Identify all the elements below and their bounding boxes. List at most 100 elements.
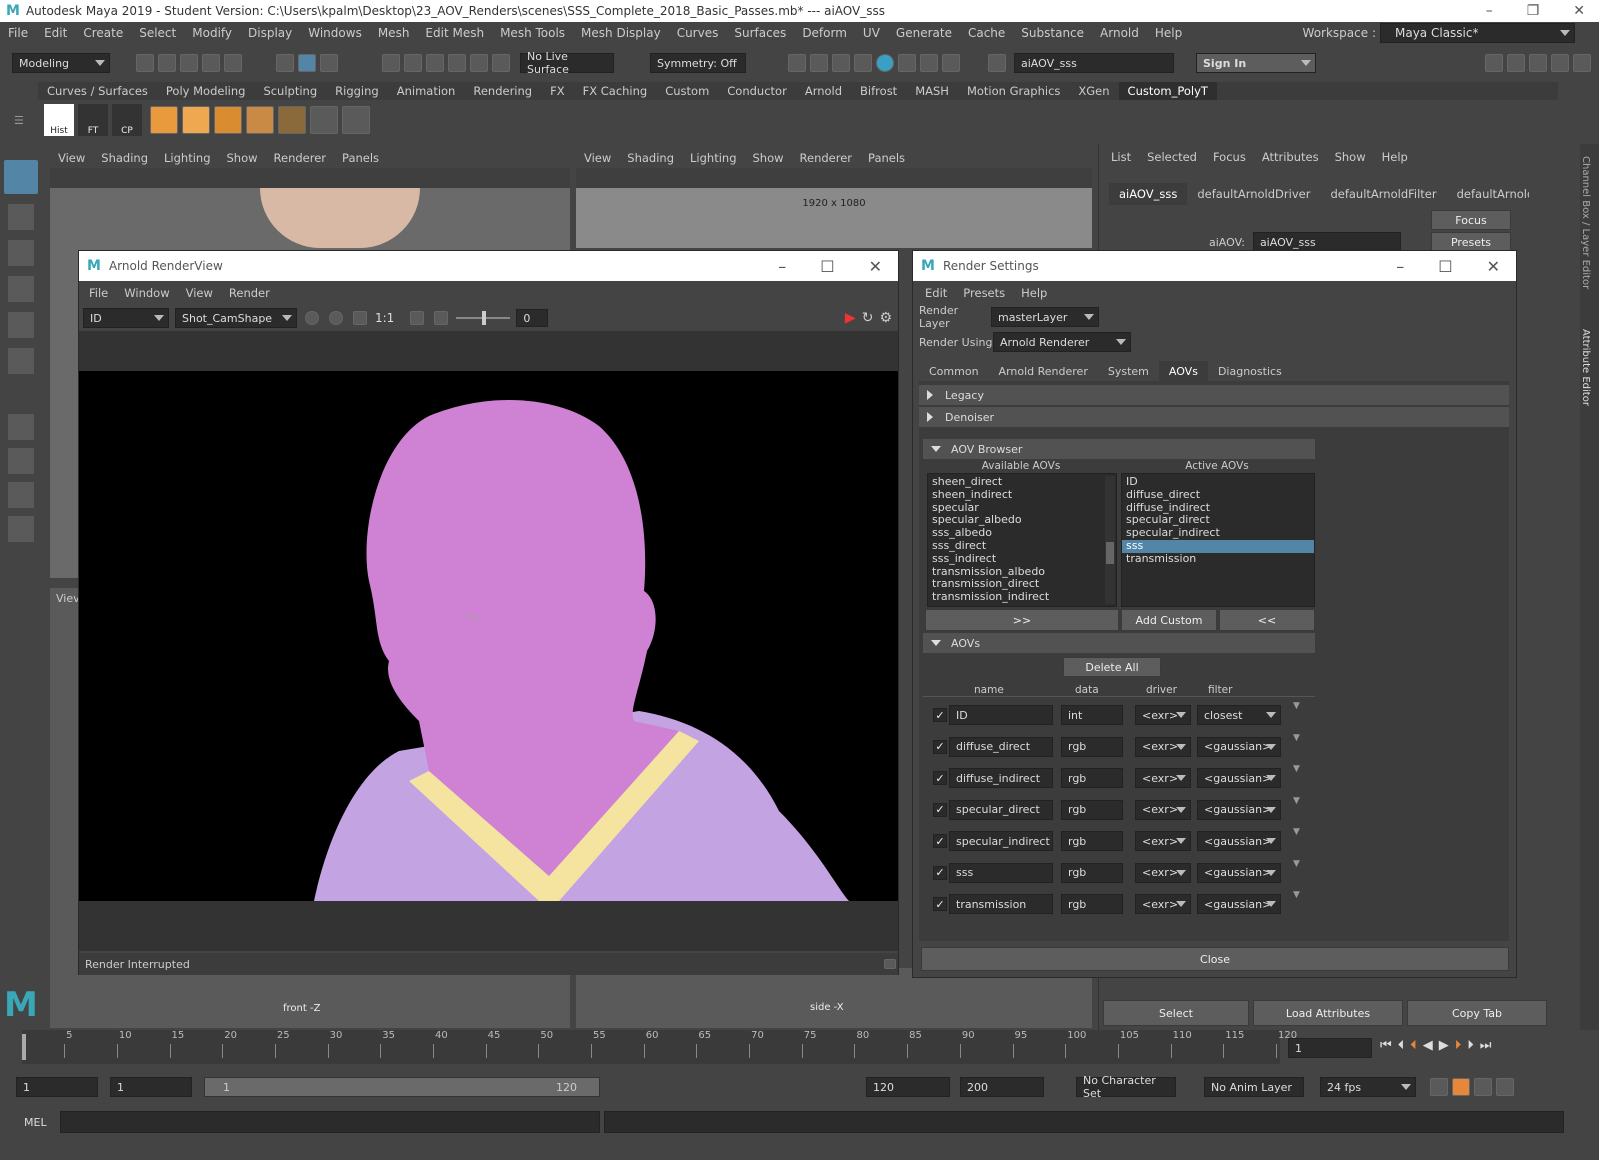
aov-driver-dropdown[interactable]: <exr> [1135, 736, 1191, 757]
rs-close-button[interactable]: Close [921, 947, 1509, 971]
aov-driver-dropdown[interactable]: <exr> [1135, 831, 1191, 851]
ae-tab-render-options[interactable]: defaultArnoldR [1447, 183, 1529, 205]
shelf-tab-custom-polyt[interactable]: Custom_PolyT [1118, 82, 1217, 100]
add-custom-button[interactable]: Add Custom [1121, 609, 1217, 631]
menu-uv[interactable]: UV [855, 26, 888, 40]
available-aov-item[interactable]: sheen_indirect [932, 488, 1112, 502]
aov-row-expand-icon[interactable]: ▼ [1293, 859, 1300, 869]
menu-surfaces[interactable]: Surfaces [726, 26, 794, 40]
aov-name-field[interactable]: diffuse_indirect [949, 768, 1053, 788]
ae-tab-aiaov-sss[interactable]: aiAOV_sss [1109, 183, 1188, 205]
menu-display[interactable]: Display [240, 26, 300, 40]
aov-enabled-checkbox[interactable]: ✓ [933, 834, 947, 848]
sliders-icon[interactable] [1573, 54, 1591, 72]
aov-name-field[interactable]: diffuse_direct [949, 736, 1053, 757]
aov-filter-dropdown[interactable]: <gaussian> [1197, 799, 1281, 820]
menu-windows[interactable]: Windows [300, 26, 370, 40]
ae-tab-filter[interactable]: defaultArnoldFilter [1320, 183, 1446, 205]
step-forward-key-icon[interactable]: ⏵ [1455, 1038, 1462, 1053]
delete-all-button[interactable]: Delete All [1063, 657, 1161, 677]
go-to-end-icon[interactable]: ⏭ [1480, 1038, 1492, 1053]
aov-name-field[interactable]: ID [949, 705, 1053, 725]
menu-edit[interactable]: Edit [36, 26, 75, 40]
renderview-close-icon[interactable]: ✕ [869, 257, 882, 276]
shelf-tab-fx[interactable]: FX [541, 82, 574, 100]
shelf-tab-bifrost[interactable]: Bifrost [851, 82, 906, 100]
playback-prefs-icon[interactable] [1496, 1078, 1514, 1096]
rv-snapshot-icon[interactable] [884, 959, 896, 969]
ae-copy-tab-button[interactable]: Copy Tab [1407, 1000, 1547, 1026]
available-aov-item[interactable]: transmission_indirect [932, 590, 1112, 604]
menu-mesh-display[interactable]: Mesh Display [573, 26, 669, 40]
ipr-render-icon[interactable] [832, 54, 850, 72]
auto-key-icon[interactable] [1452, 1078, 1470, 1096]
active-aov-item[interactable]: transmission [1126, 552, 1310, 566]
aov-row-expand-icon[interactable]: ▼ [1293, 827, 1300, 837]
range-slider[interactable]: 1 120 [204, 1077, 600, 1097]
ft-button[interactable]: FT [78, 104, 108, 136]
menu-deform[interactable]: Deform [794, 26, 855, 40]
aov-data-field[interactable]: int [1061, 705, 1123, 725]
rv-menu-render[interactable]: Render [221, 286, 278, 300]
snap-grid-icon[interactable] [382, 54, 400, 72]
loop-icon[interactable] [1430, 1078, 1448, 1096]
rs-close-icon[interactable]: ✕ [1487, 257, 1500, 276]
rs-menu-help[interactable]: Help [1013, 286, 1055, 300]
ae-menu-attributes[interactable]: Attributes [1254, 150, 1327, 164]
select-component-icon[interactable] [320, 54, 338, 72]
menu-mesh[interactable]: Mesh [370, 26, 418, 40]
playback-start-field[interactable]: 1 [110, 1077, 192, 1097]
mel-label[interactable]: MEL [24, 1116, 60, 1129]
rs-maximize-icon[interactable]: ☐ [1438, 257, 1452, 276]
aov-row-expand-icon[interactable]: ▼ [1293, 701, 1300, 711]
shelf-tab-motion-graphics[interactable]: Motion Graphics [958, 82, 1069, 100]
renderview-maximize-icon[interactable]: ☐ [820, 257, 834, 276]
two-view-icon[interactable] [8, 482, 34, 508]
vp2-menu-show[interactable]: Show [745, 151, 792, 165]
rs-tab-system[interactable]: System [1098, 361, 1159, 382]
ae-menu-list[interactable]: List [1103, 150, 1139, 164]
paint-tool-icon[interactable] [342, 106, 370, 134]
attribute-editor-tab[interactable]: Attribute Editor [1580, 329, 1591, 406]
ae-focus-button[interactable]: Focus [1431, 210, 1511, 230]
select-hierarchy-icon[interactable] [276, 54, 294, 72]
center-pivot-icon[interactable] [278, 106, 306, 134]
available-aov-item[interactable]: sheen_direct [932, 475, 1112, 489]
anim-prefs-icon[interactable] [1474, 1078, 1492, 1096]
play-forward-icon[interactable]: ▶ [1439, 1038, 1449, 1053]
rs-section-denoiser[interactable]: Denoiser [919, 407, 1509, 427]
aov-driver-dropdown[interactable]: <exr> [1135, 862, 1191, 883]
aov-filter-dropdown[interactable]: <gaussian> [1197, 768, 1281, 788]
shelf-tab-fx-caching[interactable]: FX Caching [574, 82, 657, 100]
rv-menu-window[interactable]: Window [116, 286, 177, 300]
active-aov-item-selected[interactable]: sss [1122, 539, 1314, 553]
scale-tool-icon[interactable] [8, 348, 34, 374]
light-editor-icon[interactable] [920, 54, 938, 72]
four-view-icon[interactable] [8, 448, 34, 474]
input-line-icon[interactable] [988, 54, 1006, 72]
shelf-tab-mash[interactable]: MASH [906, 82, 958, 100]
menu-generate[interactable]: Generate [888, 26, 960, 40]
rv-exposure-slider[interactable] [456, 311, 511, 325]
aov-enabled-checkbox[interactable]: ✓ [933, 802, 947, 817]
aov-row-expand-icon[interactable]: ▼ [1293, 890, 1300, 900]
rv-ratio-label[interactable]: 1:1 [375, 311, 394, 325]
shelf-tab-rigging[interactable]: Rigging [326, 82, 388, 100]
rv-menu-file[interactable]: File [81, 286, 116, 300]
menu-substance[interactable]: Substance [1013, 26, 1092, 40]
shelf-tab-curves-surfaces[interactable]: Curves / Surfaces [38, 82, 157, 100]
rv-frame-icon[interactable] [410, 311, 425, 325]
vp1-menu-lighting[interactable]: Lighting [156, 151, 218, 165]
shelf-tab-animation[interactable]: Animation [388, 82, 465, 100]
menu-arnold[interactable]: Arnold [1092, 26, 1147, 40]
aov-enabled-checkbox[interactable]: ✓ [933, 897, 947, 911]
rs-tab-aovs[interactable]: AOVs [1158, 360, 1208, 382]
channel-box-toggle-icon[interactable] [1551, 54, 1569, 72]
hypershade-icon[interactable] [898, 54, 916, 72]
workspace-dropdown[interactable]: Maya Classic* [1380, 23, 1575, 43]
aov-row-expand-icon[interactable]: ▼ [1293, 764, 1300, 774]
ae-menu-focus[interactable]: Focus [1205, 150, 1254, 164]
render-settings-icon[interactable] [788, 54, 806, 72]
sign-in-button[interactable]: Sign In [1196, 53, 1316, 73]
current-frame-field[interactable]: 1 [1288, 1038, 1372, 1058]
